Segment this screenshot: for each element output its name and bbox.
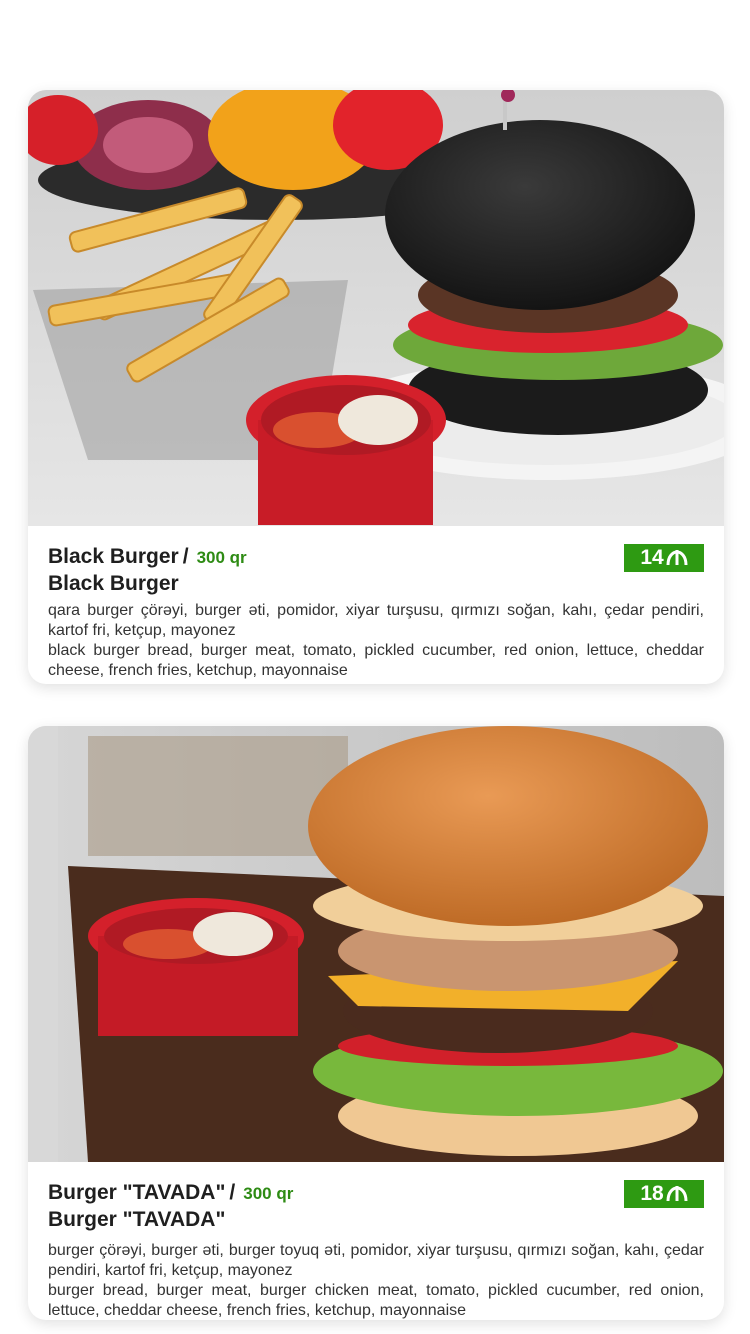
item-title-az: Black Burger bbox=[48, 545, 179, 568]
item-weight: 300 qr bbox=[196, 548, 247, 567]
item-title-en: Burger "TAVADA" bbox=[48, 1208, 226, 1231]
item-description-en: burger bread, burger meat, burger chicke… bbox=[48, 1282, 704, 1319]
price-value: 14 bbox=[640, 546, 664, 569]
item-description-az: qara burger çörəyi, burger əti, pomidor,… bbox=[48, 602, 704, 639]
price-badge: 14 bbox=[624, 544, 704, 572]
item-title-line: Black Burger / 300 qr bbox=[48, 544, 704, 571]
price-badge: 18 bbox=[624, 1180, 704, 1208]
item-title-az: Burger "TAVADA" bbox=[48, 1181, 226, 1204]
price-value: 18 bbox=[640, 1182, 664, 1205]
item-title-en: Black Burger bbox=[48, 572, 179, 595]
manat-icon bbox=[666, 1186, 688, 1202]
item-weight: 300 qr bbox=[243, 1184, 294, 1203]
menu-item-card[interactable]: Burger "TAVADA" / 300 qr Burger "TAVADA"… bbox=[28, 726, 724, 1320]
menu-item-card[interactable]: Black Burger / 300 qr Black Burger 14 qa… bbox=[28, 90, 724, 684]
item-description-en: black burger bread, burger meat, tomato,… bbox=[48, 642, 704, 679]
item-info: Black Burger / 300 qr Black Burger 14 qa… bbox=[28, 526, 724, 681]
tavada-burger-photo bbox=[28, 726, 724, 1162]
item-info: Burger "TAVADA" / 300 qr Burger "TAVADA"… bbox=[28, 1162, 724, 1320]
black-burger-photo bbox=[28, 90, 724, 526]
title-separator: / bbox=[182, 545, 189, 568]
manat-icon bbox=[666, 550, 688, 566]
item-description-az: burger çörəyi, burger əti, burger toyuq … bbox=[48, 1242, 704, 1279]
title-separator: / bbox=[229, 1181, 236, 1204]
item-title-line: Burger "TAVADA" / 300 qr bbox=[48, 1180, 704, 1207]
